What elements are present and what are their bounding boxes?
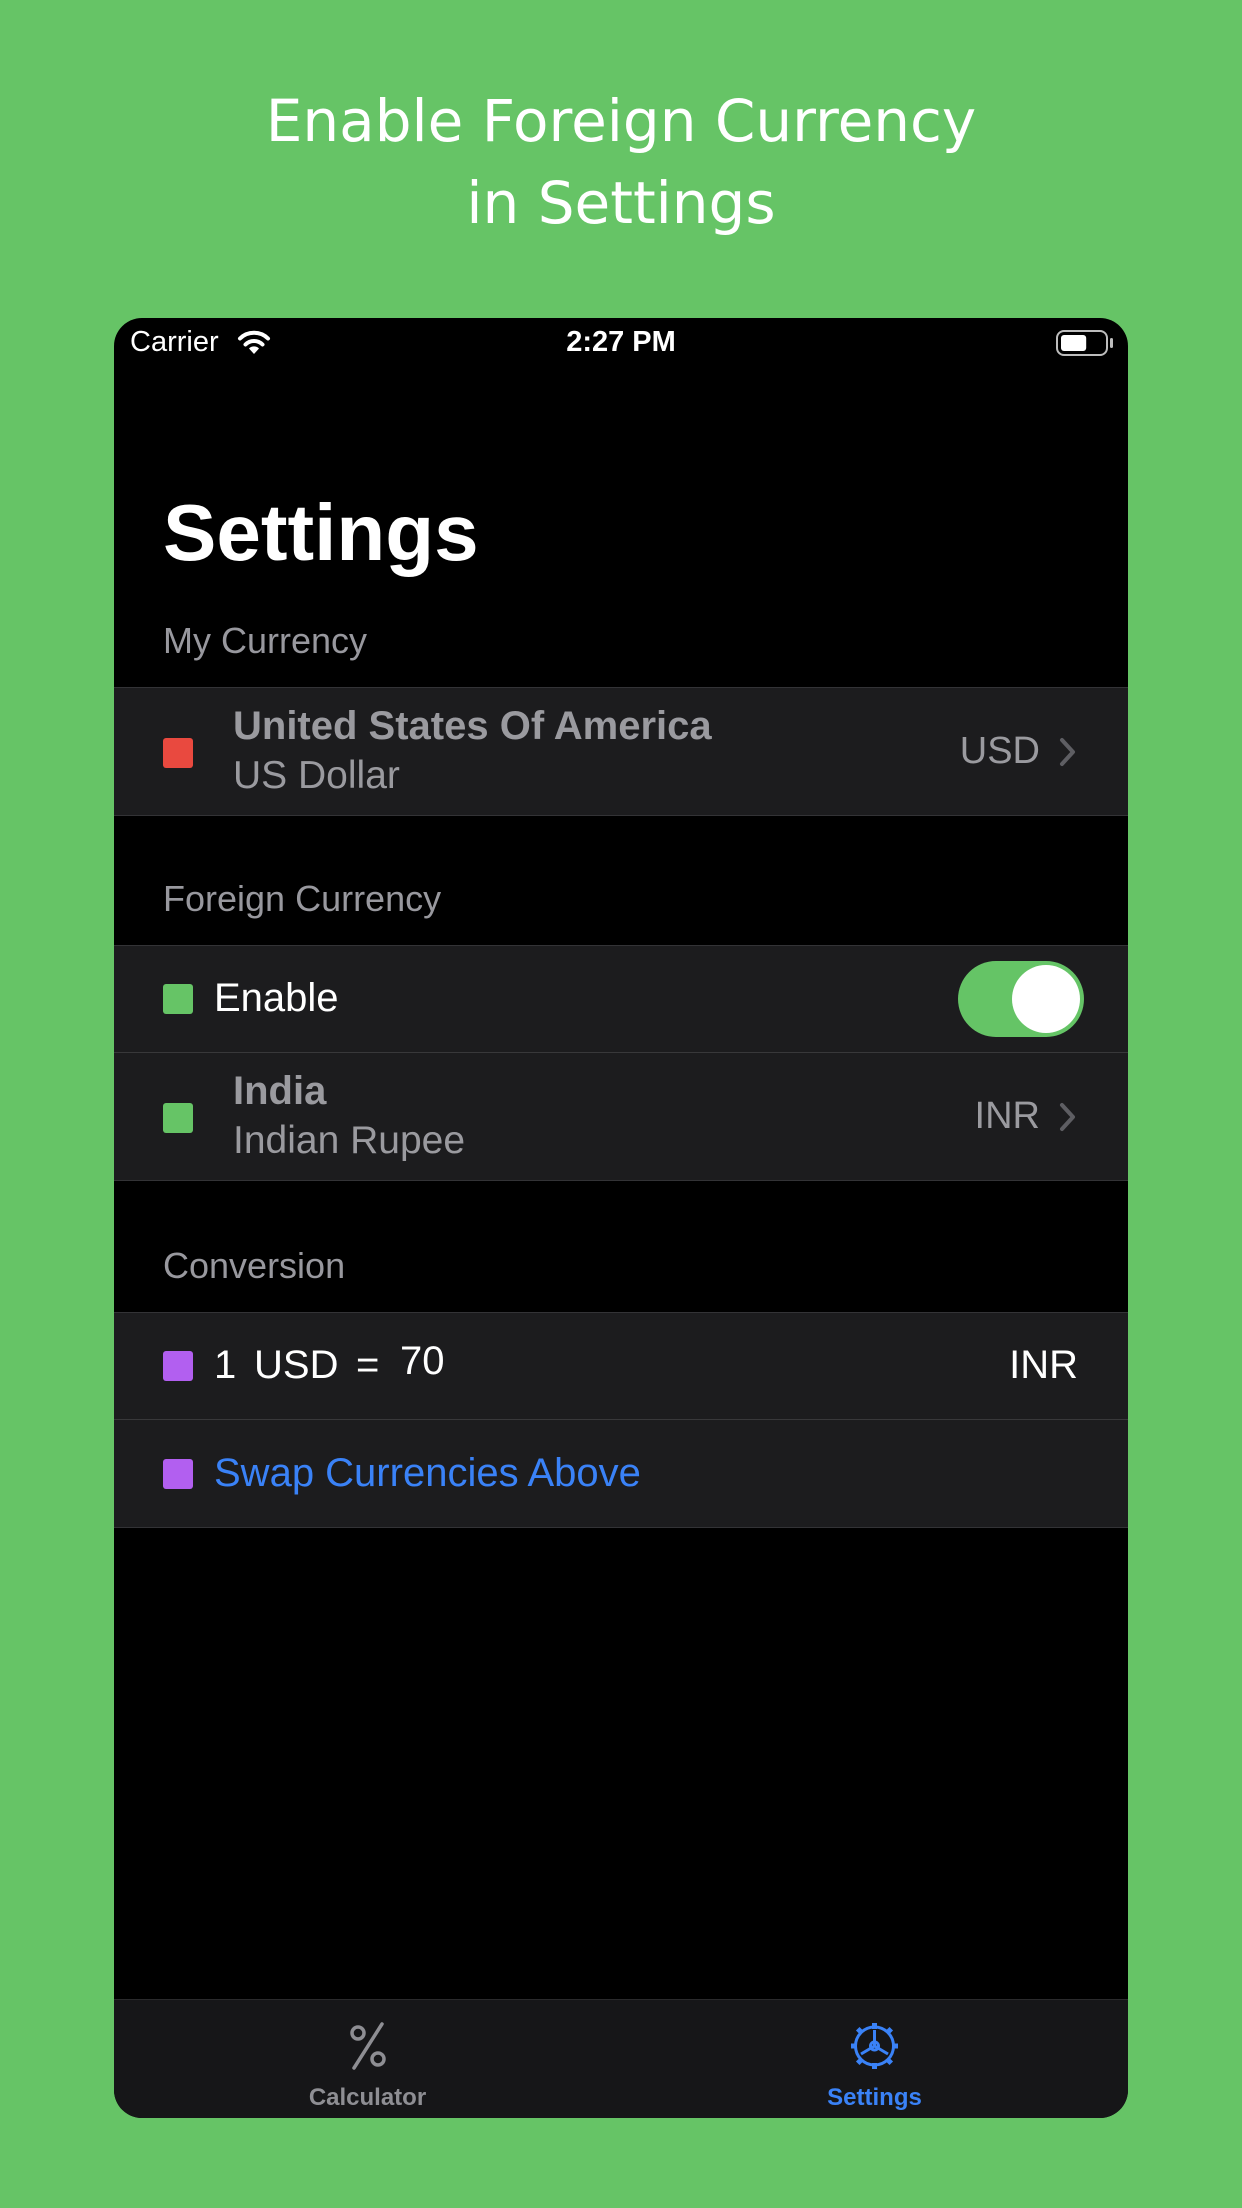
tab-settings-label: Settings (827, 2084, 922, 2111)
foreign-currency-detail: INR (975, 1095, 1078, 1138)
tab-calculator[interactable]: Calculator (114, 2000, 621, 2118)
promo-headline: Enable Foreign Currency in Settings (0, 80, 1242, 244)
my-currency-group: United States Of America US Dollar USD (114, 687, 1128, 816)
phone-screen: Carrier 2:27 PM Settings My Currency Uni… (114, 318, 1128, 2118)
tab-calculator-label: Calculator (308, 2084, 427, 2111)
section-header-foreign-currency: Foreign Currency (163, 878, 442, 919)
enable-foreign-toggle[interactable] (958, 961, 1084, 1037)
conversion-equals: = (356, 1343, 380, 1387)
tab-settings[interactable]: Settings (621, 2000, 1128, 2118)
promo-headline-line1: Enable Foreign Currency (265, 87, 977, 155)
conversion-group: 1 USD = 70 INR Swap Currencies Above (114, 1312, 1128, 1528)
foreign-currency-name: Indian Rupee (233, 1119, 466, 1162)
foreign-currency-code: INR (974, 1095, 1040, 1137)
promo-headline-line2: in Settings (466, 169, 776, 237)
my-currency-detail: USD (960, 730, 1078, 773)
conversion-amount: 1 (214, 1343, 237, 1387)
chevron-right-icon (1060, 1102, 1075, 1131)
chevron-right-icon (1060, 737, 1075, 766)
foreign-currency-row[interactable]: India Indian Rupee INR (114, 1052, 1128, 1180)
battery-icon (1056, 330, 1113, 356)
enable-swatch (163, 984, 193, 1014)
foreign-currency-swatch (163, 1103, 193, 1133)
my-currency-swatch (163, 738, 193, 768)
foreign-currency-group: Enable India Indian Rupee INR (114, 945, 1128, 1181)
swap-swatch (163, 1459, 193, 1489)
enable-foreign-row: Enable (114, 946, 1128, 1052)
toggle-knob (1012, 965, 1080, 1033)
section-header-conversion: Conversion (163, 1245, 346, 1286)
percent-icon (350, 2022, 386, 2070)
page-title: Settings (163, 488, 479, 577)
conversion-row: 1 USD = 70 INR (114, 1313, 1128, 1419)
my-currency-code: USD (959, 730, 1040, 772)
my-currency-country: United States Of America (233, 704, 712, 748)
status-bar: Carrier 2:27 PM (114, 318, 1128, 368)
my-currency-name: US Dollar (233, 754, 400, 797)
gear-icon (851, 2023, 898, 2069)
foreign-currency-country: India (233, 1069, 327, 1113)
conversion-rate-field[interactable]: 70 (400, 1339, 445, 1384)
swap-currencies-row[interactable]: Swap Currencies Above (114, 1419, 1128, 1527)
conversion-to-code: INR (1009, 1343, 1078, 1387)
section-header-my-currency: My Currency (163, 620, 368, 661)
swap-currencies-button[interactable]: Swap Currencies Above (214, 1451, 641, 1496)
conversion-swatch (163, 1351, 193, 1381)
conversion-from-code: USD (254, 1343, 339, 1387)
tab-bar: Calculator Settings (114, 1999, 1128, 2118)
status-time: 2:27 PM (566, 326, 676, 358)
my-currency-row[interactable]: United States Of America US Dollar USD (114, 688, 1128, 815)
enable-label: Enable (214, 976, 339, 1020)
